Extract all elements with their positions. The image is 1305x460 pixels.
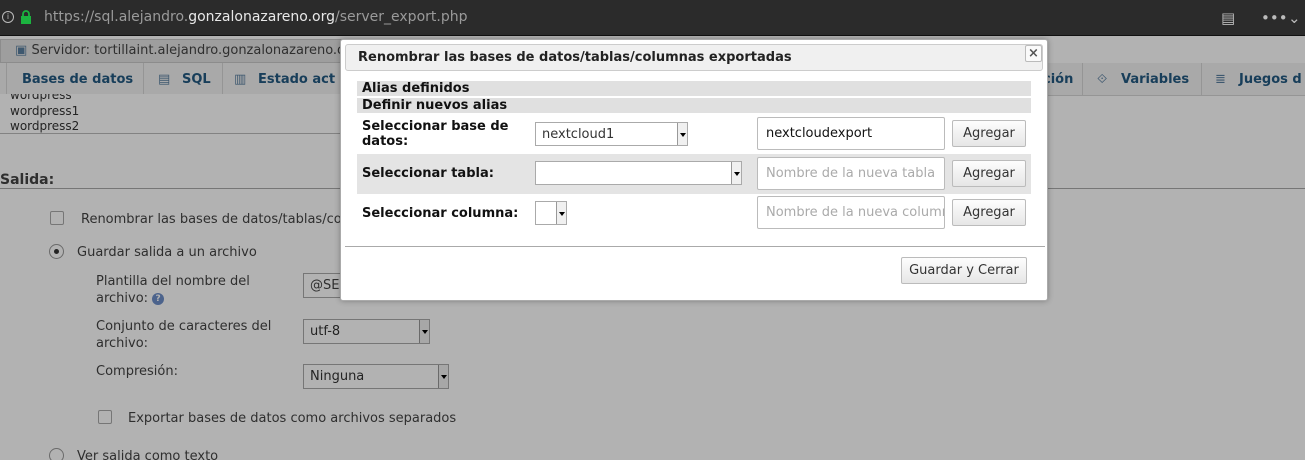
rename-export-dialog: Renombrar las bases de datos/tablas/colu… [340, 39, 1048, 301]
chevron-down-icon [677, 123, 687, 145]
alias-row-table: Seleccionar tabla: Nombre de la nueva ta… [357, 154, 1031, 194]
close-icon[interactable]: × [1025, 45, 1042, 62]
table-select[interactable] [535, 161, 742, 185]
dialog-title: Renombrar las bases de datos/tablas/colu… [345, 44, 1043, 71]
select-column-label: Seleccionar columna: [362, 206, 519, 221]
database-select[interactable]: nextcloud1 [535, 122, 688, 146]
new-aliases-heading: Definir nuevos alias [357, 98, 1031, 113]
new-column-alias-input[interactable]: Nombre de la nueva columna [757, 196, 945, 229]
save-and-close-button[interactable]: Guardar y Cerrar [901, 257, 1027, 284]
alias-row-column: Seleccionar columna: Nombre de la nueva … [357, 194, 1031, 234]
url-prefix: https://sql.alejandro. [44, 9, 189, 25]
url-path: /server_export.php [335, 9, 468, 25]
alias-row-database: Seleccionar base de datos: nextcloud1 ne… [357, 114, 1031, 154]
new-database-alias-input[interactable]: nextcloudexport [757, 117, 945, 150]
new-table-alias-input[interactable]: Nombre de la nueva tabla [757, 157, 945, 190]
add-table-alias-button[interactable]: Agregar [952, 160, 1026, 187]
browser-url-bar: i https://sql.alejandro.gonzalonazareno.… [0, 0, 1305, 36]
add-database-alias-button[interactable]: Agregar [952, 120, 1026, 147]
column-select[interactable] [535, 201, 567, 225]
database-select-value: nextcloud1 [542, 127, 615, 142]
address-field[interactable]: https://sql.alejandro.gonzalonazareno.or… [44, 9, 467, 25]
url-domain: gonzalonazareno.org [188, 9, 335, 25]
select-table-label: Seleccionar tabla: [362, 166, 494, 181]
dialog-title-text: Renombrar las bases de datos/tablas/colu… [358, 50, 792, 65]
add-column-alias-button[interactable]: Agregar [952, 199, 1026, 226]
defined-aliases-heading: Alias definidos [357, 81, 1031, 96]
chevron-down-icon [731, 162, 741, 184]
dialog-footer-divider [345, 246, 1045, 247]
pocket-icon[interactable]: ⌄ [1288, 9, 1301, 27]
chevron-down-icon [556, 202, 566, 224]
lock-icon [21, 10, 31, 24]
reader-view-icon[interactable]: ▤ [1221, 9, 1235, 27]
select-database-label: Seleccionar base de datos: [362, 119, 509, 149]
more-options-icon[interactable]: ••• [1261, 9, 1288, 27]
info-icon[interactable]: i [2, 11, 14, 23]
